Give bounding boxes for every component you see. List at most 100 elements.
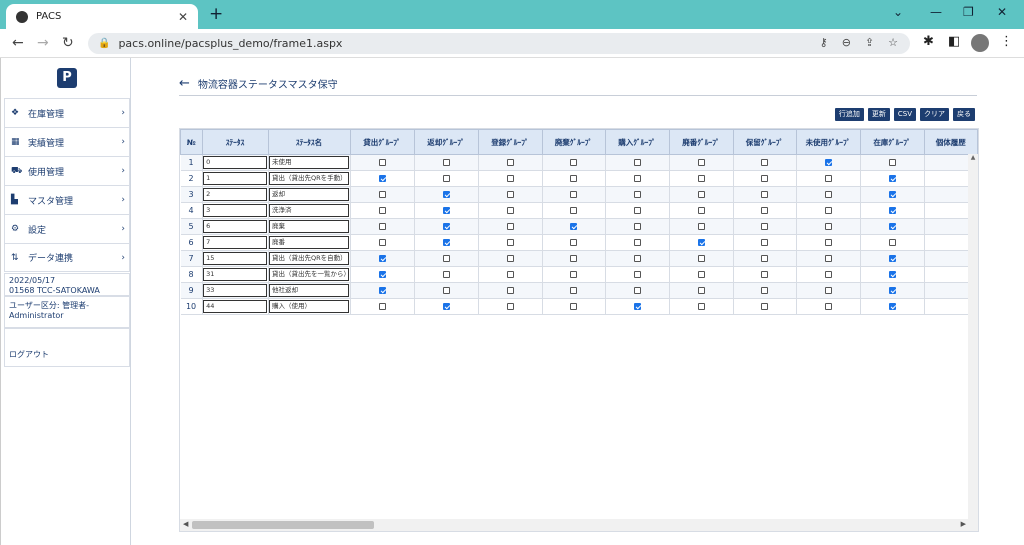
group-checkbox[interactable]: [378, 175, 386, 182]
status-code-input[interactable]: 6: [203, 220, 268, 233]
group-checkbox[interactable]: [888, 271, 896, 278]
group-checkbox[interactable]: [442, 255, 450, 262]
status-code-input[interactable]: 2: [203, 188, 268, 201]
group-checkbox[interactable]: [697, 207, 705, 214]
vertical-scrollbar[interactable]: ▲: [968, 154, 978, 520]
group-checkbox[interactable]: [633, 207, 641, 214]
group-checkbox[interactable]: [888, 207, 896, 214]
status-name-input[interactable]: 購入（使用）: [269, 300, 350, 313]
status-name-input[interactable]: 廃番: [269, 236, 350, 249]
status-name-input[interactable]: 洗浄済: [269, 204, 350, 217]
group-checkbox[interactable]: [378, 271, 386, 278]
group-checkbox[interactable]: [761, 271, 769, 278]
browser-tab[interactable]: PACS ✕: [6, 4, 198, 29]
scroll-up-icon[interactable]: ▲: [968, 154, 978, 161]
group-checkbox[interactable]: [633, 287, 641, 294]
group-checkbox[interactable]: [697, 175, 705, 182]
group-checkbox[interactable]: [761, 239, 769, 246]
group-checkbox[interactable]: [506, 271, 514, 278]
scroll-left-icon[interactable]: ◀: [183, 520, 188, 528]
group-checkbox[interactable]: [570, 159, 578, 166]
logout-link[interactable]: ログアウト: [4, 328, 130, 367]
group-checkbox[interactable]: [570, 303, 578, 310]
restore-icon[interactable]: ❐: [963, 5, 974, 19]
group-checkbox[interactable]: [697, 271, 705, 278]
group-checkbox[interactable]: [570, 191, 578, 198]
group-checkbox[interactable]: [442, 239, 450, 246]
group-checkbox[interactable]: [633, 271, 641, 278]
group-checkbox[interactable]: [378, 239, 386, 246]
status-code-input[interactable]: 31: [203, 268, 268, 281]
status-code-input[interactable]: 3: [203, 204, 268, 217]
add-row-button[interactable]: 行追加: [834, 108, 864, 121]
group-checkbox[interactable]: [506, 159, 514, 166]
group-checkbox[interactable]: [633, 303, 641, 310]
group-checkbox[interactable]: [506, 303, 514, 310]
group-checkbox[interactable]: [633, 175, 641, 182]
group-checkbox[interactable]: [570, 175, 578, 182]
group-checkbox[interactable]: [378, 255, 386, 262]
scroll-thumb[interactable]: [192, 521, 374, 529]
status-code-input[interactable]: 33: [203, 284, 268, 297]
status-name-input[interactable]: 貸出（貸出先QRを手動）: [269, 172, 350, 185]
group-checkbox[interactable]: [506, 223, 514, 230]
sidebar-item-inventory[interactable]: ❖ 在庫管理 ›: [4, 98, 130, 127]
group-checkbox[interactable]: [570, 223, 578, 230]
group-checkbox[interactable]: [378, 191, 386, 198]
group-checkbox[interactable]: [506, 287, 514, 294]
group-checkbox[interactable]: [506, 255, 514, 262]
group-checkbox[interactable]: [697, 303, 705, 310]
group-checkbox[interactable]: [570, 255, 578, 262]
chevron-down-icon[interactable]: ⌄: [893, 5, 903, 19]
group-checkbox[interactable]: [506, 207, 514, 214]
sidebar-item-results[interactable]: ▦ 実績管理 ›: [4, 127, 130, 156]
status-code-input[interactable]: 15: [203, 252, 268, 265]
back-icon[interactable]: ←: [12, 35, 24, 51]
group-checkbox[interactable]: [378, 159, 386, 166]
group-checkbox[interactable]: [570, 287, 578, 294]
status-code-input[interactable]: 7: [203, 236, 268, 249]
status-code-input[interactable]: 0: [203, 156, 268, 169]
group-checkbox[interactable]: [442, 191, 450, 198]
share-icon[interactable]: ⇪: [865, 36, 874, 49]
status-name-input[interactable]: 貸出（貸出先を一覧から）: [269, 268, 350, 281]
group-checkbox[interactable]: [378, 287, 386, 294]
group-checkbox[interactable]: [378, 223, 386, 230]
group-checkbox[interactable]: [697, 191, 705, 198]
group-checkbox[interactable]: [570, 271, 578, 278]
group-checkbox[interactable]: [888, 175, 896, 182]
group-checkbox[interactable]: [888, 239, 896, 246]
status-name-input[interactable]: 未使用: [269, 156, 350, 169]
status-name-input[interactable]: 廃棄: [269, 220, 350, 233]
new-tab-button[interactable]: +: [209, 4, 223, 24]
group-checkbox[interactable]: [824, 175, 832, 182]
group-checkbox[interactable]: [633, 223, 641, 230]
group-checkbox[interactable]: [888, 159, 896, 166]
group-checkbox[interactable]: [506, 239, 514, 246]
back-arrow-icon[interactable]: ←: [179, 76, 190, 91]
group-checkbox[interactable]: [697, 255, 705, 262]
group-checkbox[interactable]: [761, 207, 769, 214]
minimize-icon[interactable]: —: [930, 5, 942, 19]
reload-icon[interactable]: ↻: [62, 35, 74, 51]
group-checkbox[interactable]: [633, 239, 641, 246]
group-checkbox[interactable]: [378, 207, 386, 214]
side-panel-icon[interactable]: ◧: [948, 34, 960, 49]
extensions-icon[interactable]: ✱: [923, 34, 934, 49]
group-checkbox[interactable]: [697, 239, 705, 246]
group-checkbox[interactable]: [824, 207, 832, 214]
group-checkbox[interactable]: [633, 255, 641, 262]
group-checkbox[interactable]: [824, 287, 832, 294]
csv-button[interactable]: CSV: [893, 108, 916, 121]
zoom-icon[interactable]: ⊖: [842, 36, 851, 49]
sidebar-item-settings[interactable]: ⚙ 設定 ›: [4, 214, 130, 243]
group-checkbox[interactable]: [442, 271, 450, 278]
address-bar[interactable]: 🔒 pacs.online/pacsplus_demo/frame1.aspx …: [88, 33, 910, 54]
group-checkbox[interactable]: [442, 159, 450, 166]
group-checkbox[interactable]: [442, 175, 450, 182]
group-checkbox[interactable]: [761, 223, 769, 230]
group-checkbox[interactable]: [888, 255, 896, 262]
update-button[interactable]: 更新: [867, 108, 890, 121]
group-checkbox[interactable]: [442, 223, 450, 230]
group-checkbox[interactable]: [697, 287, 705, 294]
